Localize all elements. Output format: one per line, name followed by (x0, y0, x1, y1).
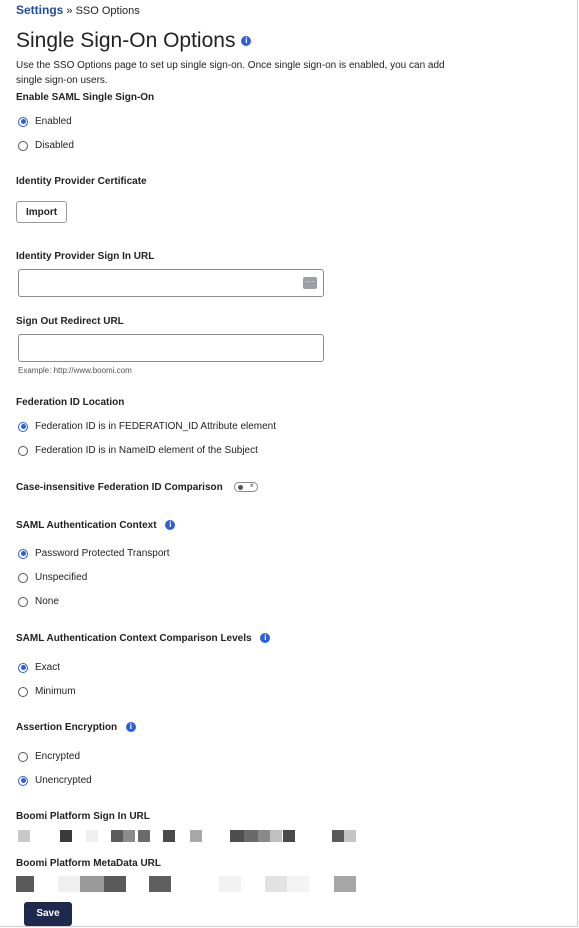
radio-unselected-icon[interactable] (18, 686, 28, 697)
radio-federation-attribute[interactable]: Federation ID is in FEDERATION_ID Attrib… (18, 421, 276, 432)
page-title-row: Single Sign-On Options i (16, 29, 252, 53)
radio-unspecified-label: Unspecified (35, 572, 88, 583)
platform-metadata-url-redacted (16, 876, 358, 892)
radio-unselected-icon[interactable] (18, 596, 28, 607)
platform-signin-url-label: Boomi Platform Sign In URL (16, 811, 150, 822)
radio-unencrypted-label: Unencrypted (35, 775, 92, 786)
radio-password-protected[interactable]: Password Protected Transport (18, 548, 170, 559)
radio-encrypted[interactable]: Encrypted (18, 751, 80, 762)
radio-disabled[interactable]: Disabled (18, 140, 74, 151)
radio-selected-icon[interactable] (18, 548, 28, 559)
radio-none[interactable]: None (18, 596, 59, 607)
auth-context-label-row: SAML Authentication Context i (16, 520, 176, 531)
radio-selected-icon[interactable] (18, 421, 28, 432)
auth-context-label: SAML Authentication Context (16, 520, 157, 531)
radio-unselected-icon[interactable] (18, 572, 28, 583)
radio-exact[interactable]: Exact (18, 662, 60, 673)
info-icon[interactable]: i (260, 633, 271, 644)
breadcrumb-settings-link[interactable]: Settings (16, 3, 63, 17)
radio-federation-nameid[interactable]: Federation ID is in NameID element of th… (18, 445, 258, 456)
import-button[interactable]: Import (16, 201, 67, 223)
radio-unselected-icon[interactable] (18, 751, 28, 762)
toggle-knob (238, 485, 243, 490)
comparison-levels-label-row: SAML Authentication Context Comparison L… (16, 633, 271, 644)
idp-signin-url-input[interactable]: ··· (18, 269, 324, 297)
comparison-levels-label: SAML Authentication Context Comparison L… (16, 633, 252, 644)
breadcrumb-separator: » (66, 5, 73, 17)
signout-redirect-label: Sign Out Redirect URL (16, 316, 124, 327)
info-icon[interactable]: i (165, 520, 176, 531)
radio-enabled[interactable]: Enabled (18, 116, 72, 127)
radio-enabled-label: Enabled (35, 116, 72, 127)
save-button[interactable]: Save (24, 902, 72, 926)
case-insensitive-toggle[interactable]: × (234, 481, 258, 492)
radio-federation-attribute-label: Federation ID is in FEDERATION_ID Attrib… (35, 421, 277, 432)
radio-disabled-label: Disabled (35, 140, 74, 151)
radio-unencrypted[interactable]: Unencrypted (18, 775, 92, 786)
radio-encrypted-label: Encrypted (35, 751, 81, 762)
page-frame (0, 0, 578, 927)
radio-federation-nameid-label: Federation ID is in NameID element of th… (35, 445, 258, 456)
breadcrumb-current: SSO Options (75, 5, 140, 17)
saml-enable-label: Enable SAML Single Sign-On (16, 92, 155, 103)
radio-selected-icon[interactable] (18, 775, 28, 786)
assertion-encryption-label-row: Assertion Encryption i (16, 722, 136, 733)
case-insensitive-label: Case-insensitive Federation ID Compariso… (16, 482, 223, 493)
radio-selected-icon[interactable] (18, 116, 28, 127)
toggle-off-icon: × (249, 481, 254, 490)
idp-signin-url-label: Identity Provider Sign In URL (16, 251, 155, 262)
assertion-encryption-label: Assertion Encryption (16, 722, 118, 733)
platform-signin-url-redacted (18, 830, 358, 842)
radio-unselected-icon[interactable] (18, 445, 28, 456)
page-description: Use the SSO Options page to set up singl… (16, 60, 445, 86)
radio-minimum-label: Minimum (35, 686, 76, 697)
idp-certificate-label: Identity Provider Certificate (16, 176, 147, 187)
radio-unspecified[interactable]: Unspecified (18, 572, 87, 583)
radio-minimum[interactable]: Minimum (18, 686, 76, 697)
signout-redirect-hint: Example: http://www.boomi.com (18, 366, 132, 375)
radio-none-label: None (35, 596, 59, 607)
info-icon[interactable]: i (241, 36, 252, 47)
radio-unselected-icon[interactable] (18, 140, 28, 151)
signout-redirect-input[interactable] (18, 334, 324, 362)
federation-id-location-label: Federation ID Location (16, 397, 125, 408)
breadcrumb: Settings » SSO Options (16, 3, 140, 17)
radio-password-protected-label: Password Protected Transport (35, 548, 170, 559)
info-icon[interactable]: i (125, 722, 136, 733)
page-title: Single Sign-On Options (16, 29, 236, 52)
radio-selected-icon[interactable] (18, 662, 28, 673)
platform-metadata-url-label: Boomi Platform MetaData URL (16, 858, 162, 869)
radio-exact-label: Exact (35, 662, 61, 673)
more-options-icon[interactable]: ··· (303, 277, 317, 289)
